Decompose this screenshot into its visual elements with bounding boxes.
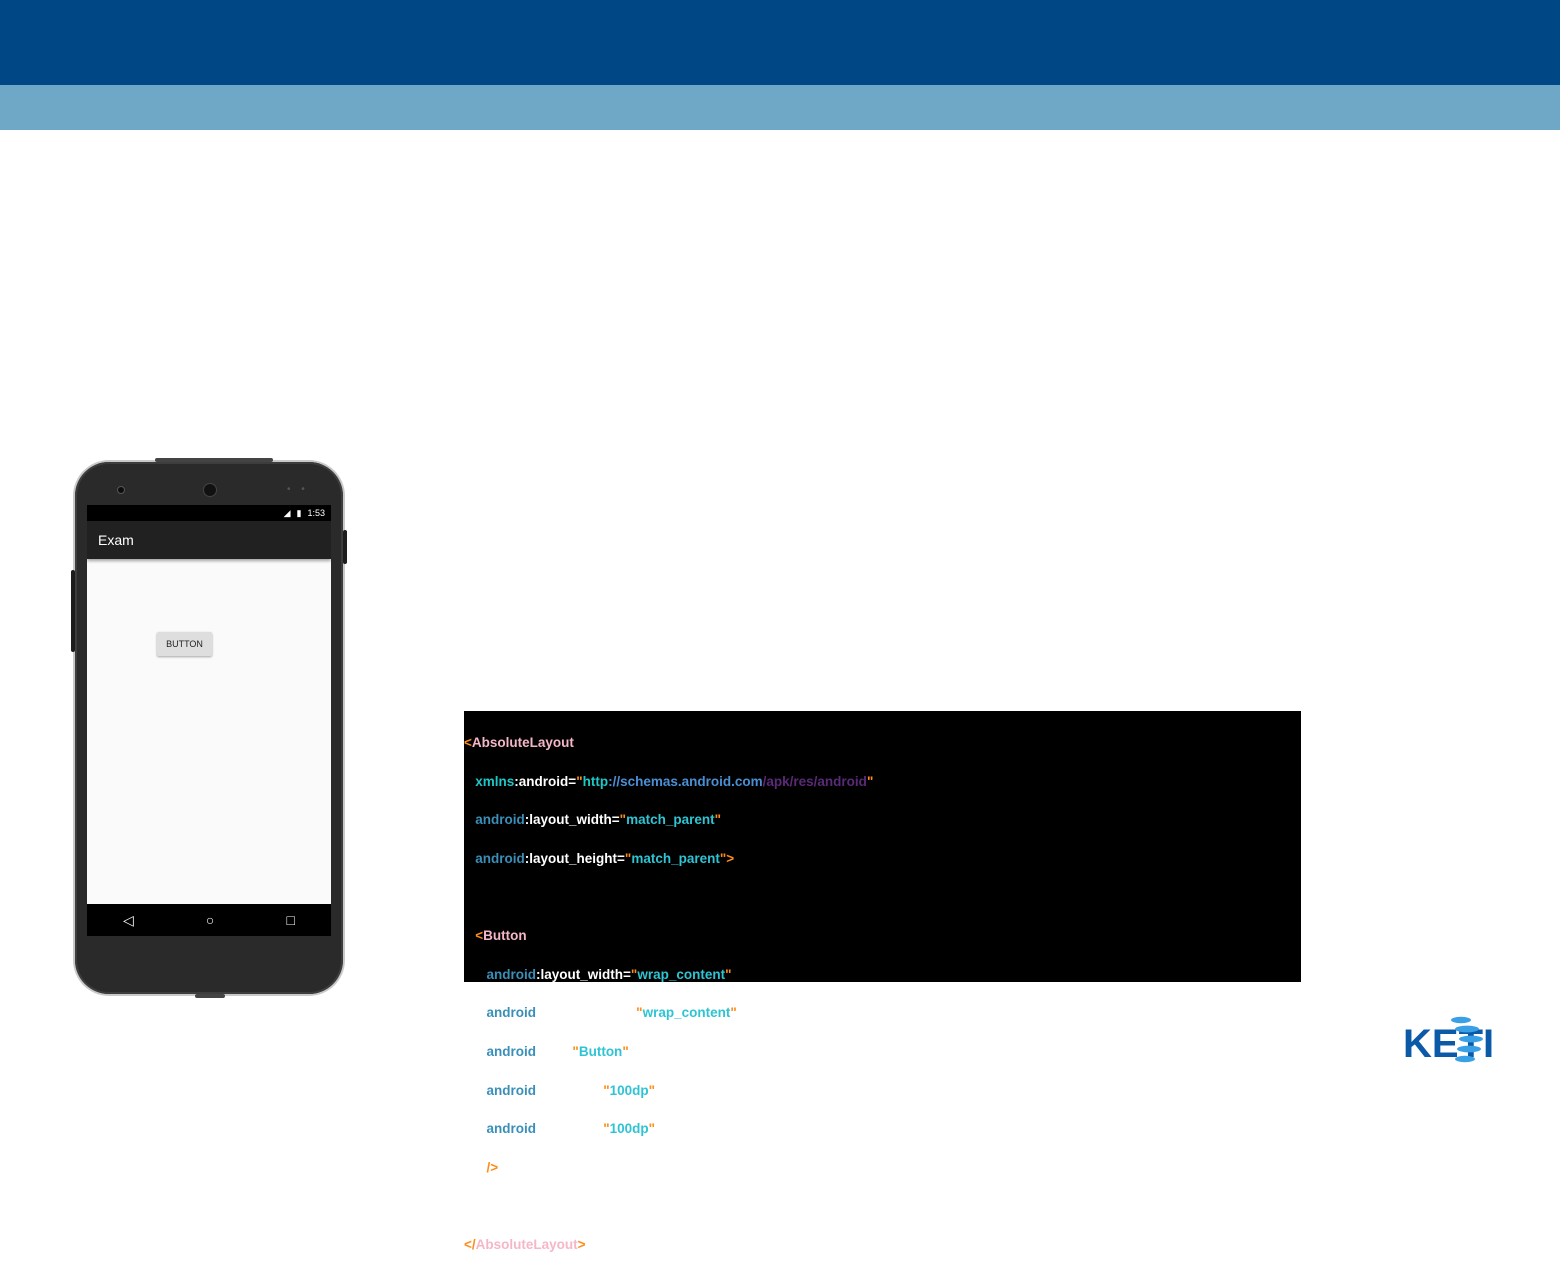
app-title: Exam — [98, 532, 134, 548]
recents-icon[interactable]: □ — [286, 913, 294, 927]
code-token: " — [725, 966, 732, 982]
code-token: match_parent — [631, 851, 720, 867]
code-token: = — [611, 812, 620, 828]
code-token: AbsoluteLayout — [475, 1237, 578, 1253]
code-token: /apk/res/android — [762, 773, 867, 789]
front-camera-icon — [203, 483, 217, 497]
power-button — [343, 530, 347, 564]
phone-screen: ◢ ▮ 1:53 Exam BUTTON ◁ ○ □ — [87, 505, 331, 936]
code-line-4: android:layout_height="match_parent"> — [464, 849, 1301, 868]
code-line-11: android:layout_y="100dp" — [464, 1119, 1301, 1138]
code-token: xmlns — [475, 773, 515, 789]
code-token: < — [475, 928, 484, 944]
code-token: android — [486, 1121, 537, 1137]
code-line-9: android:text="Button" — [464, 1042, 1301, 1061]
code-line-14: </AbsoluteLayout> — [464, 1235, 1301, 1254]
code-token: " — [648, 1082, 656, 1098]
code-token: android — [486, 966, 537, 982]
code-token: android — [486, 1005, 537, 1021]
app-bar: Exam — [87, 521, 331, 559]
nav-bar: ◁ ○ □ — [87, 904, 331, 936]
code-line-12: /> — [464, 1158, 1301, 1177]
code-token: wrap_content — [637, 966, 726, 982]
code-token: android — [518, 773, 569, 789]
code-token: " — [866, 773, 874, 789]
code-token: 100dp — [609, 1082, 649, 1098]
code-line-2: xmlns:android="http://schemas.android.co… — [464, 772, 1301, 791]
code-line-7: android:layout_width="wrap_content" — [464, 965, 1301, 984]
code-token: match_parent — [626, 812, 715, 828]
code-token: layout_x — [540, 1082, 596, 1098]
code-token: /> — [486, 1159, 499, 1175]
code-token: layout_y — [540, 1121, 596, 1137]
battery-icon: ▮ — [296, 507, 302, 518]
code-token: > — [577, 1237, 586, 1253]
code-token: android — [486, 1082, 537, 1098]
code-token: android — [475, 851, 525, 867]
back-icon[interactable]: ◁ — [123, 913, 134, 927]
code-token: http — [582, 773, 609, 789]
code-token: AbsoluteLayout — [471, 735, 574, 751]
code-token: " — [714, 812, 722, 828]
code-token: " — [622, 1044, 629, 1060]
code-token: layout_width — [529, 812, 612, 828]
logo-text: KETI — [1403, 1022, 1494, 1066]
phone-bottom-edge — [195, 994, 225, 998]
code-token: = — [617, 851, 625, 867]
phone-mockup: • • ◢ ▮ 1:53 Exam BUTTON ◁ ○ □ — [71, 458, 347, 998]
code-line-3: android:layout_width="match_parent" — [464, 810, 1301, 829]
code-line-1: <AbsoluteLayout — [464, 733, 1301, 752]
subheader-band — [0, 85, 1560, 130]
code-token: = — [623, 966, 631, 982]
header-band — [0, 0, 1560, 85]
code-token: layout_height — [540, 1005, 629, 1021]
code-token: :// — [608, 773, 621, 789]
status-time: 1:53 — [307, 508, 325, 518]
code-token: = — [595, 1121, 604, 1137]
code-token: = — [595, 1082, 604, 1098]
code-token: " — [648, 1121, 656, 1137]
proximity-sensor — [117, 486, 125, 494]
code-token: layout_width — [540, 966, 624, 982]
speaker-dots: • • — [287, 484, 309, 495]
app-button[interactable]: BUTTON — [157, 632, 212, 656]
code-token: </ — [464, 1237, 476, 1253]
phone-top-edge — [155, 458, 273, 462]
keti-logo: KETI — [1403, 1016, 1494, 1066]
code-token: = — [568, 773, 577, 789]
code-token: Button — [483, 928, 527, 944]
code-line-6: <Button — [464, 926, 1301, 945]
logo-dot — [1451, 1016, 1471, 1024]
code-block: <AbsoluteLayout xmlns:android="http://sc… — [464, 711, 1301, 1252]
signal-icon: ◢ — [283, 507, 291, 518]
status-bar: ◢ ▮ 1:53 — [87, 505, 331, 521]
code-token: android — [486, 1044, 537, 1060]
code-token: " — [730, 1005, 737, 1021]
home-icon[interactable]: ○ — [206, 913, 214, 927]
code-token: layout_height — [529, 851, 618, 867]
code-token: schemas.android.com — [620, 773, 763, 789]
code-token: > — [726, 851, 735, 867]
code-token: text — [540, 1044, 565, 1060]
code-token: wrap_content — [642, 1005, 731, 1021]
code-token: 100dp — [609, 1121, 649, 1137]
logo-dot — [1459, 1035, 1483, 1043]
code-line-8: android:layout_height="wrap_content" — [464, 1003, 1301, 1022]
logo-dot — [1455, 1055, 1475, 1063]
logo-dot — [1457, 1045, 1481, 1053]
code-token: android — [475, 812, 525, 828]
code-line-10: android:layout_x="100dp" — [464, 1081, 1301, 1100]
volume-button — [71, 570, 75, 652]
code-token: Button — [578, 1044, 623, 1060]
logo-dot — [1455, 1025, 1479, 1033]
code-token: = — [628, 1005, 637, 1021]
code-token: < — [464, 735, 472, 751]
